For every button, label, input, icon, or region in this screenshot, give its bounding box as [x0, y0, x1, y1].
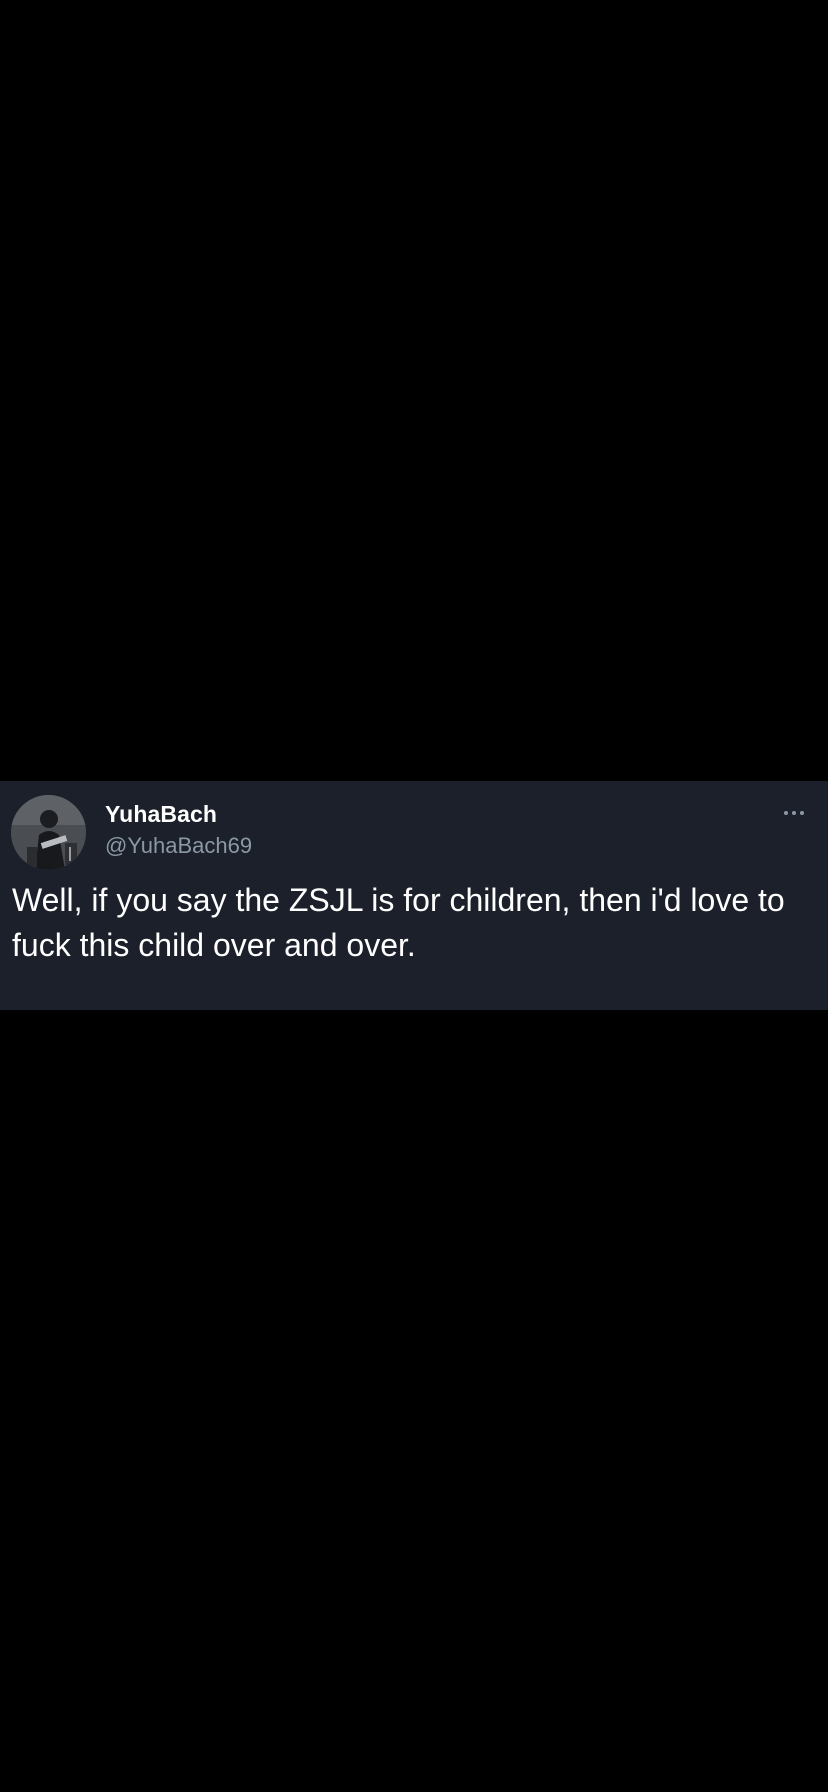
more-horizontal-icon-dot: [800, 811, 804, 815]
more-horizontal-icon: [784, 811, 788, 815]
more-options-button[interactable]: [776, 801, 812, 825]
display-name[interactable]: YuhaBach: [105, 801, 217, 828]
avatar-image: [11, 795, 86, 870]
more-horizontal-icon-dot: [792, 811, 796, 815]
tweet-card[interactable]: YuhaBach @YuhaBach69 Well, if you say th…: [0, 781, 828, 1010]
user-handle[interactable]: @YuhaBach69: [105, 833, 252, 859]
avatar[interactable]: [11, 795, 86, 870]
screenshot-canvas: YuhaBach @YuhaBach69 Well, if you say th…: [0, 0, 828, 1792]
tweet-text: Well, if you say the ZSJL is for childre…: [12, 882, 785, 963]
